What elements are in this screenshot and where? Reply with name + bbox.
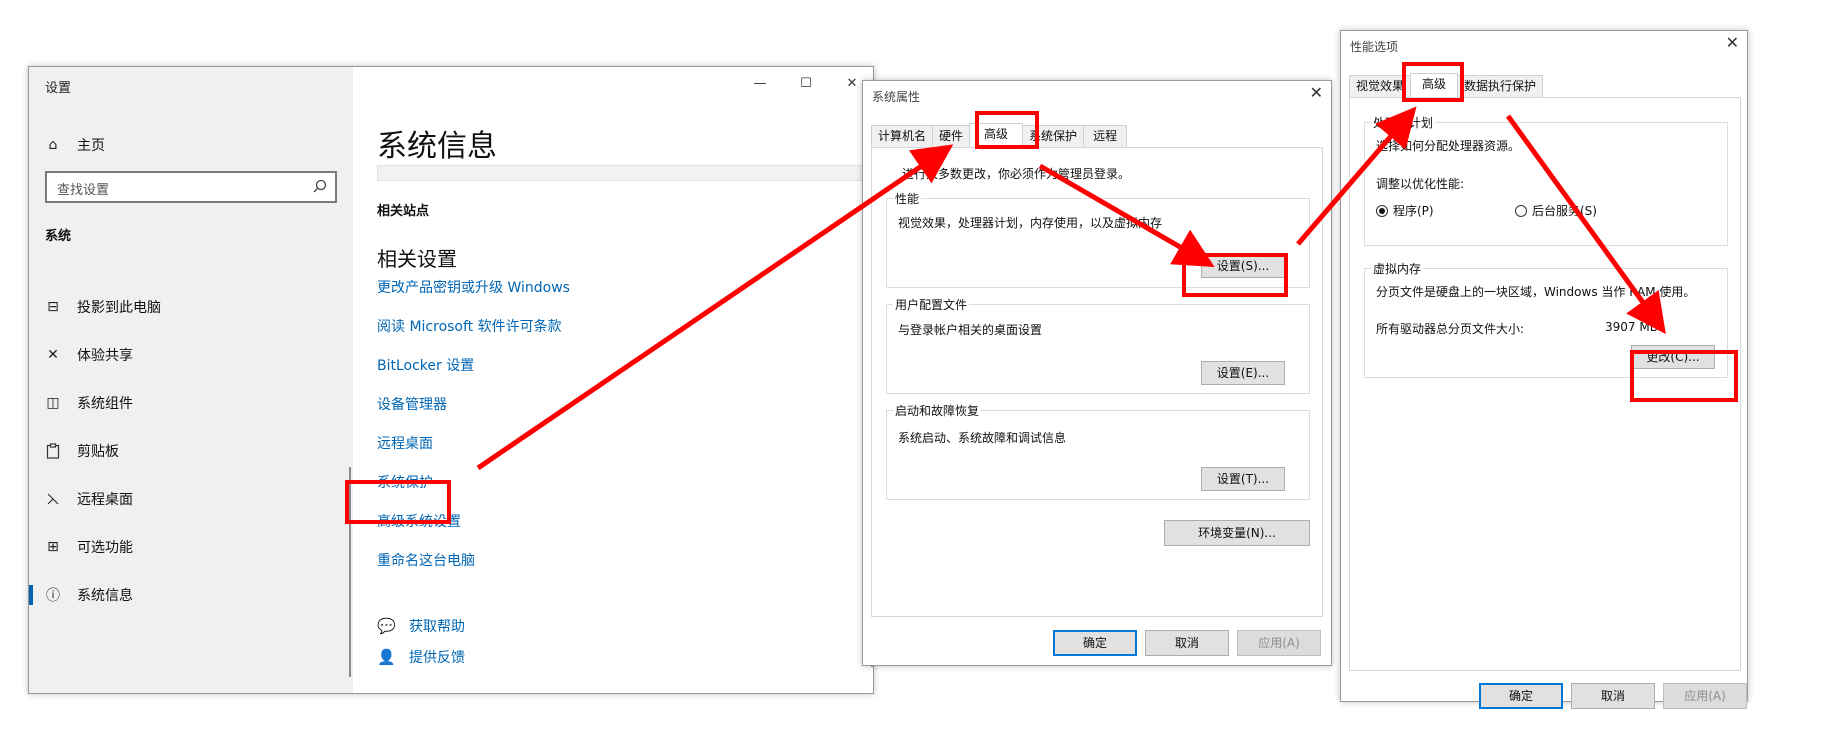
- paging-total-value: 3907 MB: [1605, 320, 1658, 334]
- tab-computer-name[interactable]: 计算机名: [871, 125, 934, 147]
- active-indicator: [29, 585, 33, 605]
- optional-features-icon: ⊞: [47, 539, 59, 555]
- performance-label: 性能: [893, 190, 922, 207]
- programs-radio-label: 程序(P): [1393, 204, 1434, 218]
- dialog-title: 性能选项: [1350, 40, 1399, 54]
- related-settings-heading: 相关设置: [377, 247, 457, 271]
- nav-item-label: 投影到此电脑: [77, 300, 161, 316]
- share-experience-icon: ✕: [47, 347, 59, 363]
- get-help-link[interactable]: 💬 获取帮助: [377, 616, 465, 636]
- dialog-title: 系统属性: [872, 90, 921, 104]
- content-banner: [377, 165, 873, 181]
- optimize-label: 调整以优化性能:: [1376, 177, 1465, 191]
- ok-button[interactable]: 确定: [1479, 683, 1563, 709]
- window-controls: — ☐ ✕: [737, 67, 875, 99]
- search-placeholder: 查找设置: [57, 183, 110, 198]
- user-profiles-desc: 与登录帐户相关的桌面设置: [898, 323, 1043, 337]
- feedback-icon: 👤: [377, 648, 396, 666]
- link-remote-desktop[interactable]: 远程桌面: [377, 433, 433, 453]
- programs-radio[interactable]: 程序(P): [1376, 202, 1434, 219]
- settings-content: — ☐ ✕ 系统信息 相关站点 相关设置 更改产品密钥或升级 Windows 阅…: [353, 67, 875, 693]
- search-icon: [313, 179, 327, 193]
- nav-item-label: 体验共享: [77, 348, 133, 364]
- nav-item-optional-features[interactable]: ⊞ 可选功能: [29, 527, 353, 567]
- nav-home[interactable]: ⌂ 主页: [29, 125, 353, 165]
- virtual-memory-label: 虚拟内存: [1371, 260, 1424, 277]
- startup-recovery-group: 启动和故障恢复 系统启动、系统故障和调试信息 设置(T)...: [886, 402, 1310, 500]
- nav-item-shared-experiences[interactable]: ✕ 体验共享: [29, 335, 353, 375]
- cancel-button[interactable]: 取消: [1571, 683, 1655, 709]
- feedback-link[interactable]: 👤 提供反馈: [377, 647, 465, 667]
- projector-icon: ⊟: [47, 299, 59, 315]
- info-icon: ⓘ: [46, 588, 60, 604]
- link-device-manager[interactable]: 设备管理器: [377, 394, 447, 414]
- maximize-button[interactable]: ☐: [783, 67, 829, 99]
- minimize-button[interactable]: —: [737, 67, 783, 99]
- tab-dep[interactable]: 数据执行保护: [1457, 75, 1544, 97]
- cancel-button[interactable]: 取消: [1145, 630, 1229, 656]
- related-sites-heading: 相关站点: [377, 204, 430, 219]
- get-help-label: 获取帮助: [409, 619, 465, 635]
- nav-item-components[interactable]: ◫ 系统组件: [29, 383, 353, 423]
- link-rename-pc[interactable]: 重命名这台电脑: [377, 550, 475, 570]
- page-title: 系统信息: [377, 129, 497, 164]
- user-profiles-settings-button[interactable]: 设置(E)...: [1201, 361, 1285, 385]
- user-profiles-label: 用户配置文件: [893, 296, 970, 313]
- system-properties-dialog: 系统属性 ✕ 计算机名 硬件 高级 系统保护 远程 进行大多数更改，你必须作为管…: [862, 80, 1332, 666]
- link-license-terms[interactable]: 阅读 Microsoft 软件许可条款: [377, 316, 562, 336]
- components-icon: ◫: [46, 395, 60, 411]
- nav-item-label: 剪贴板: [77, 444, 119, 460]
- nav-item-label: 系统信息: [77, 588, 133, 604]
- nav-item-projection[interactable]: ⊟ 投影到此电脑: [29, 287, 353, 327]
- link-change-product-key[interactable]: 更改产品密钥或升级 Windows: [377, 277, 570, 297]
- highlight-advanced-system-settings: [345, 480, 451, 524]
- help-chat-icon: 💬: [377, 617, 396, 635]
- background-services-radio-label: 后台服务(S): [1532, 204, 1597, 218]
- nav-item-about[interactable]: ⓘ 系统信息: [29, 575, 353, 615]
- nav-home-label: 主页: [77, 138, 105, 154]
- radio-unselected-indicator: [1515, 204, 1527, 217]
- admin-note: 进行大多数更改，你必须作为管理员登录。: [902, 167, 1131, 181]
- apply-button[interactable]: 应用(A): [1663, 683, 1747, 709]
- radio-selected-indicator: [1376, 204, 1388, 217]
- apply-button[interactable]: 应用(A): [1237, 630, 1321, 656]
- startup-recovery-settings-button[interactable]: 设置(T)...: [1201, 467, 1285, 491]
- processor-scheduling-group: 处理器计划 选择如何分配处理器资源。 调整以优化性能: 程序(P) 后台服务(S…: [1364, 114, 1728, 246]
- window-title: 设置: [45, 81, 72, 96]
- paging-total-label: 所有驱动器总分页文件大小:: [1376, 322, 1525, 336]
- settings-sidebar: 设置 ⌂ 主页 查找设置 系统 ⊟ 投影到此电脑 ✕ 体验共享 ◫ 系统组件 剪…: [29, 67, 353, 693]
- startup-recovery-desc: 系统启动、系统故障和调试信息: [898, 431, 1067, 445]
- nav-item-label: 系统组件: [77, 396, 133, 412]
- processor-scheduling-label: 处理器计划: [1371, 114, 1436, 131]
- home-icon: ⌂: [48, 137, 58, 153]
- section-heading: 系统: [45, 229, 72, 244]
- highlight-advanced-tab: [975, 111, 1039, 149]
- ok-button[interactable]: 确定: [1053, 630, 1137, 656]
- tab-panel: 进行大多数更改，你必须作为管理员登录。 性能 视觉效果，处理器计划，内存使用，以…: [871, 147, 1323, 617]
- remote-desktop-icon: [45, 491, 61, 507]
- highlight-perf-advanced-tab: [1402, 62, 1464, 102]
- tab-remote[interactable]: 远程: [1083, 125, 1128, 147]
- feedback-label: 提供反馈: [409, 650, 465, 666]
- clipboard-icon: [45, 443, 61, 459]
- highlight-performance-settings: [1182, 253, 1288, 297]
- highlight-change-button: [1630, 350, 1738, 402]
- processor-scheduling-desc: 选择如何分配处理器资源。: [1376, 139, 1521, 153]
- virtual-memory-desc: 分页文件是硬盘上的一块区域，Windows 当作 RAM 使用。: [1376, 285, 1696, 299]
- close-button[interactable]: ✕: [1726, 33, 1739, 52]
- user-profiles-group: 用户配置文件 与登录帐户相关的桌面设置 设置(E)...: [886, 296, 1310, 394]
- link-bitlocker[interactable]: BitLocker 设置: [377, 355, 474, 375]
- nav-item-remote-desktop[interactable]: 远程桌面: [29, 479, 353, 519]
- settings-window: 设置 ⌂ 主页 查找设置 系统 ⊟ 投影到此电脑 ✕ 体验共享 ◫ 系统组件 剪…: [28, 66, 874, 694]
- tab-hardware[interactable]: 硬件: [932, 125, 971, 147]
- nav-item-label: 远程桌面: [77, 492, 133, 508]
- close-button[interactable]: ✕: [1310, 83, 1323, 102]
- nav-item-clipboard[interactable]: 剪贴板: [29, 431, 353, 471]
- environment-variables-button[interactable]: 环境变量(N)...: [1164, 520, 1310, 546]
- nav-item-label: 可选功能: [77, 540, 133, 556]
- startup-recovery-label: 启动和故障恢复: [893, 402, 982, 419]
- performance-desc: 视觉效果，处理器计划，内存使用，以及虚拟内存: [898, 216, 1163, 230]
- background-services-radio[interactable]: 后台服务(S): [1515, 202, 1597, 219]
- search-input[interactable]: 查找设置: [45, 171, 337, 203]
